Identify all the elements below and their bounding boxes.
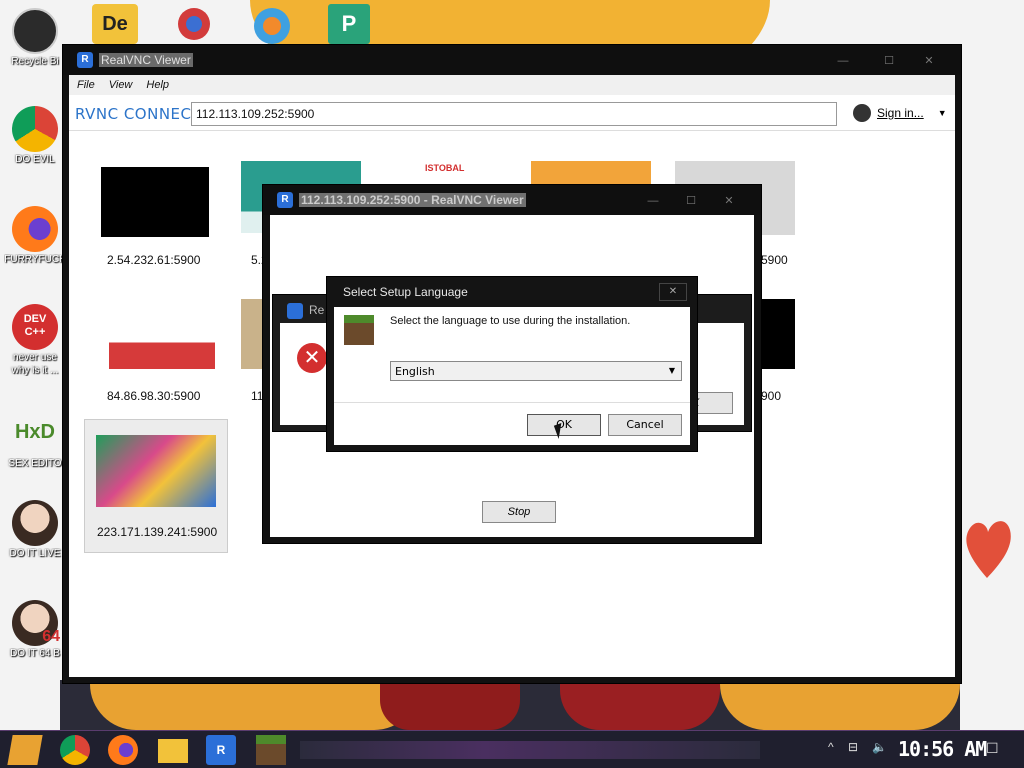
desktop-icon-label: SEX EDITO <box>8 458 62 469</box>
file-explorer-icon[interactable] <box>158 739 188 763</box>
thumbnail-caption: 2.54.232.61:5900 <box>107 253 201 267</box>
desktop-icon-label: why is it ... <box>11 365 59 376</box>
divider <box>334 402 690 403</box>
portrait-image-icon: 64 <box>12 600 60 646</box>
chrome-logo-icon <box>12 106 58 152</box>
app-icon[interactable] <box>248 4 296 44</box>
setup-language-dialog: Select Setup Language ✕ Select the langu… <box>326 276 698 452</box>
error-icon: ✕ <box>297 343 327 373</box>
dev-cpp-icon[interactable]: DEV C++ never use why is it ... <box>4 304 66 376</box>
thumbnail-image[interactable] <box>96 435 216 507</box>
minecraft-taskbar-icon[interactable] <box>256 735 286 765</box>
desktop-icon-label: Recycle Bi <box>11 56 59 67</box>
recycle-bin-icon[interactable]: Recycle Bi <box>4 8 66 67</box>
thumbnail-caption: ISTOBAL <box>425 163 465 173</box>
chrome-icon[interactable]: DO EVIL <box>4 106 66 165</box>
desktop-icon-label: never use <box>13 352 57 363</box>
language-select[interactable]: English ▼ <box>390 361 682 381</box>
thumbnail-image[interactable] <box>531 161 651 185</box>
close-button[interactable]: ✕ <box>909 51 949 71</box>
portrait-64-icon[interactable]: 64 DO IT 64 B <box>4 600 66 659</box>
thumbnail-image[interactable] <box>109 299 215 369</box>
close-button[interactable]: ✕ <box>659 283 687 301</box>
taskbar-clock[interactable]: 10:56 AM <box>898 737 987 761</box>
dialog-titlebar[interactable]: Select Setup Language ✕ <box>327 277 697 307</box>
heart-icon <box>966 521 1011 578</box>
firefox-taskbar-icon[interactable] <box>108 735 138 765</box>
notifications-icon[interactable]: ☐ <box>986 740 999 757</box>
menu-help[interactable]: Help <box>146 79 169 91</box>
dialog-title: Re <box>309 303 325 317</box>
dialog-title: Select Setup Language <box>343 285 468 299</box>
menu-file[interactable]: File <box>77 79 95 91</box>
firefox-icon[interactable]: FURRYFUCK <box>4 206 66 265</box>
portrait-image-icon <box>12 500 58 546</box>
wallpaper-shape <box>720 684 960 730</box>
realvnc-icon: R <box>277 192 293 208</box>
user-icon <box>853 104 871 122</box>
app-icon[interactable] <box>174 4 222 44</box>
menu-view[interactable]: View <box>109 79 133 91</box>
window-title: 112.113.109.252:5900 - RealVNC Viewer <box>299 193 526 207</box>
desktop-icon-label: DO IT LIVE <box>9 548 61 559</box>
desktop-icon-label: DO IT 64 B <box>10 648 60 659</box>
thumbnail-caption: 900 <box>761 389 782 403</box>
toolbar: RVNC CONNECT 112.113.109.252:5900 Sign i… <box>69 95 955 131</box>
portrait-icon[interactable]: DO IT LIVE <box>4 500 66 559</box>
helmet-icon <box>12 8 58 54</box>
network-icon[interactable]: ⊟ <box>848 740 858 754</box>
start-button[interactable] <box>7 735 43 765</box>
window-titlebar[interactable]: R 112.113.109.252:5900 - RealVNC Viewer … <box>263 185 761 215</box>
thumbnail-caption: 5900 <box>761 253 788 267</box>
thumbnail-image[interactable] <box>101 161 209 237</box>
cancel-button[interactable]: Cancel <box>608 414 682 436</box>
dev-cpp-logo-icon: DEV C++ <box>12 304 58 350</box>
realvnc-taskbar-icon[interactable]: R <box>206 735 236 765</box>
dialog-client: Select the language to use during the in… <box>334 307 690 445</box>
taskbar: R ^ ⊟ 🔈 10:56 AM ☐ <box>0 730 1024 768</box>
maximize-button[interactable]: ☐ <box>869 51 909 71</box>
chrome-taskbar-icon[interactable] <box>60 735 90 765</box>
sign-in-button[interactable]: Sign in... ▼ <box>853 104 947 122</box>
realvnc-icon <box>287 303 303 319</box>
taskbar-decoration <box>300 741 760 759</box>
close-button[interactable]: ✕ <box>709 191 749 211</box>
minimize-button[interactable]: — <box>823 51 863 71</box>
publisher-icon[interactable]: P <box>328 4 376 44</box>
chevron-down-icon: ▼ <box>668 366 675 375</box>
thumbnail-caption: 223.171.139.241:5900 <box>97 525 218 539</box>
tray-overflow-icon[interactable]: ^ <box>828 740 834 754</box>
hxd-icon[interactable]: HxD SEX EDITO <box>4 410 66 469</box>
sign-in-label: Sign in... <box>877 106 924 120</box>
stop-button[interactable]: Stop <box>482 501 556 523</box>
badge-64: 64 <box>42 628 60 645</box>
dreamweaver-icon[interactable]: De <box>92 4 140 44</box>
thumbnail-caption: 84.86.98.30:5900 <box>107 389 201 403</box>
volume-icon[interactable]: 🔈 <box>872 740 887 754</box>
selected-language: English <box>395 365 435 378</box>
wallpaper-shape <box>380 684 520 730</box>
address-input[interactable]: 112.113.109.252:5900 <box>191 102 837 126</box>
desktop-icon-label: FURRYFUCK <box>4 254 66 265</box>
wallpaper-shape <box>90 684 420 730</box>
minecraft-block-icon <box>344 315 374 345</box>
rvnc-connect-logo: RVNC CONNECT <box>75 105 202 123</box>
window-title: RealVNC Viewer <box>99 53 193 67</box>
wallpaper-shape <box>560 684 720 730</box>
dialog-prompt: Select the language to use during the in… <box>390 315 631 327</box>
chevron-down-icon: ▼ <box>937 108 947 118</box>
realvnc-icon: R <box>77 52 93 68</box>
firefox-logo-icon <box>12 206 58 252</box>
hxd-logo-icon: HxD <box>12 410 58 456</box>
minimize-button[interactable]: — <box>633 191 673 211</box>
desktop-icon-label: DO EVIL <box>15 154 55 165</box>
maximize-button[interactable]: ☐ <box>671 191 711 211</box>
window-titlebar[interactable]: R RealVNC Viewer — ☐ ✕ <box>63 45 961 75</box>
menu-bar: File View Help <box>69 75 955 95</box>
